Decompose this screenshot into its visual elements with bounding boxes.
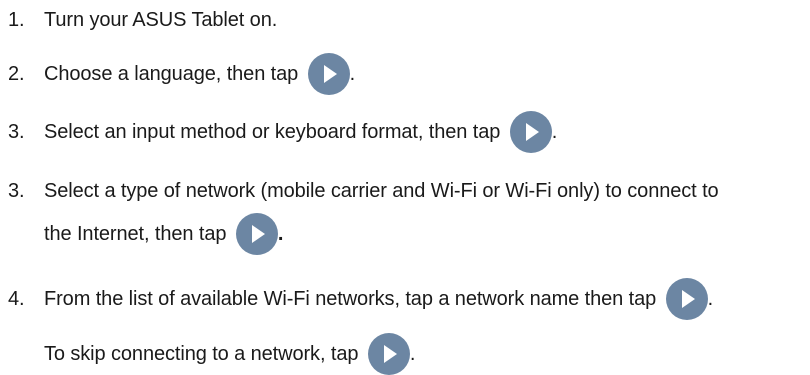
step-punct: . — [277, 223, 284, 245]
step-punct: . — [551, 121, 558, 143]
next-arrow-icon[interactable] — [307, 52, 350, 95]
step-3: 3. Select an input method or keyboard for… — [8, 110, 806, 153]
step-text: From the list of available Wi-Fi network… — [44, 288, 657, 310]
step-text: Turn your ASUS Tablet on. — [44, 9, 278, 31]
step-4-continuation: To skip connecting to a network, tap . — [44, 332, 416, 375]
step-text: Choose a language, then tap — [44, 63, 299, 85]
step-text: the Internet, then tap — [44, 223, 227, 245]
step-text: To skip connecting to a network, tap — [44, 343, 359, 365]
step-number: 3. — [8, 180, 25, 202]
step-4: 4. From the list of available Wi-Fi netwo… — [8, 277, 806, 320]
step-2: 2. Choose a language, then tap . — [8, 52, 806, 95]
step-number: 4. — [8, 288, 25, 310]
step-number: 3. — [8, 121, 25, 143]
step-number: 2. — [8, 63, 25, 85]
step-text: Select a type of network (mobile carrier… — [44, 180, 719, 202]
next-arrow-icon[interactable] — [665, 277, 708, 320]
next-arrow-icon[interactable] — [509, 110, 552, 153]
next-arrow-icon[interactable] — [367, 332, 410, 375]
step-3-network-continuation: the Internet, then tap . — [44, 212, 284, 255]
step-number: 1. — [8, 9, 25, 31]
step-punct: . — [409, 343, 416, 365]
next-arrow-icon[interactable] — [235, 212, 278, 255]
step-text: Select an input method or keyboard forma… — [44, 121, 501, 143]
step-1: 1. Turn your ASUS Tablet on. — [8, 7, 806, 33]
step-punct: . — [349, 63, 356, 85]
step-3-network: 3. Select a type of network (mobile carri… — [8, 178, 806, 204]
step-punct: . — [707, 288, 714, 310]
